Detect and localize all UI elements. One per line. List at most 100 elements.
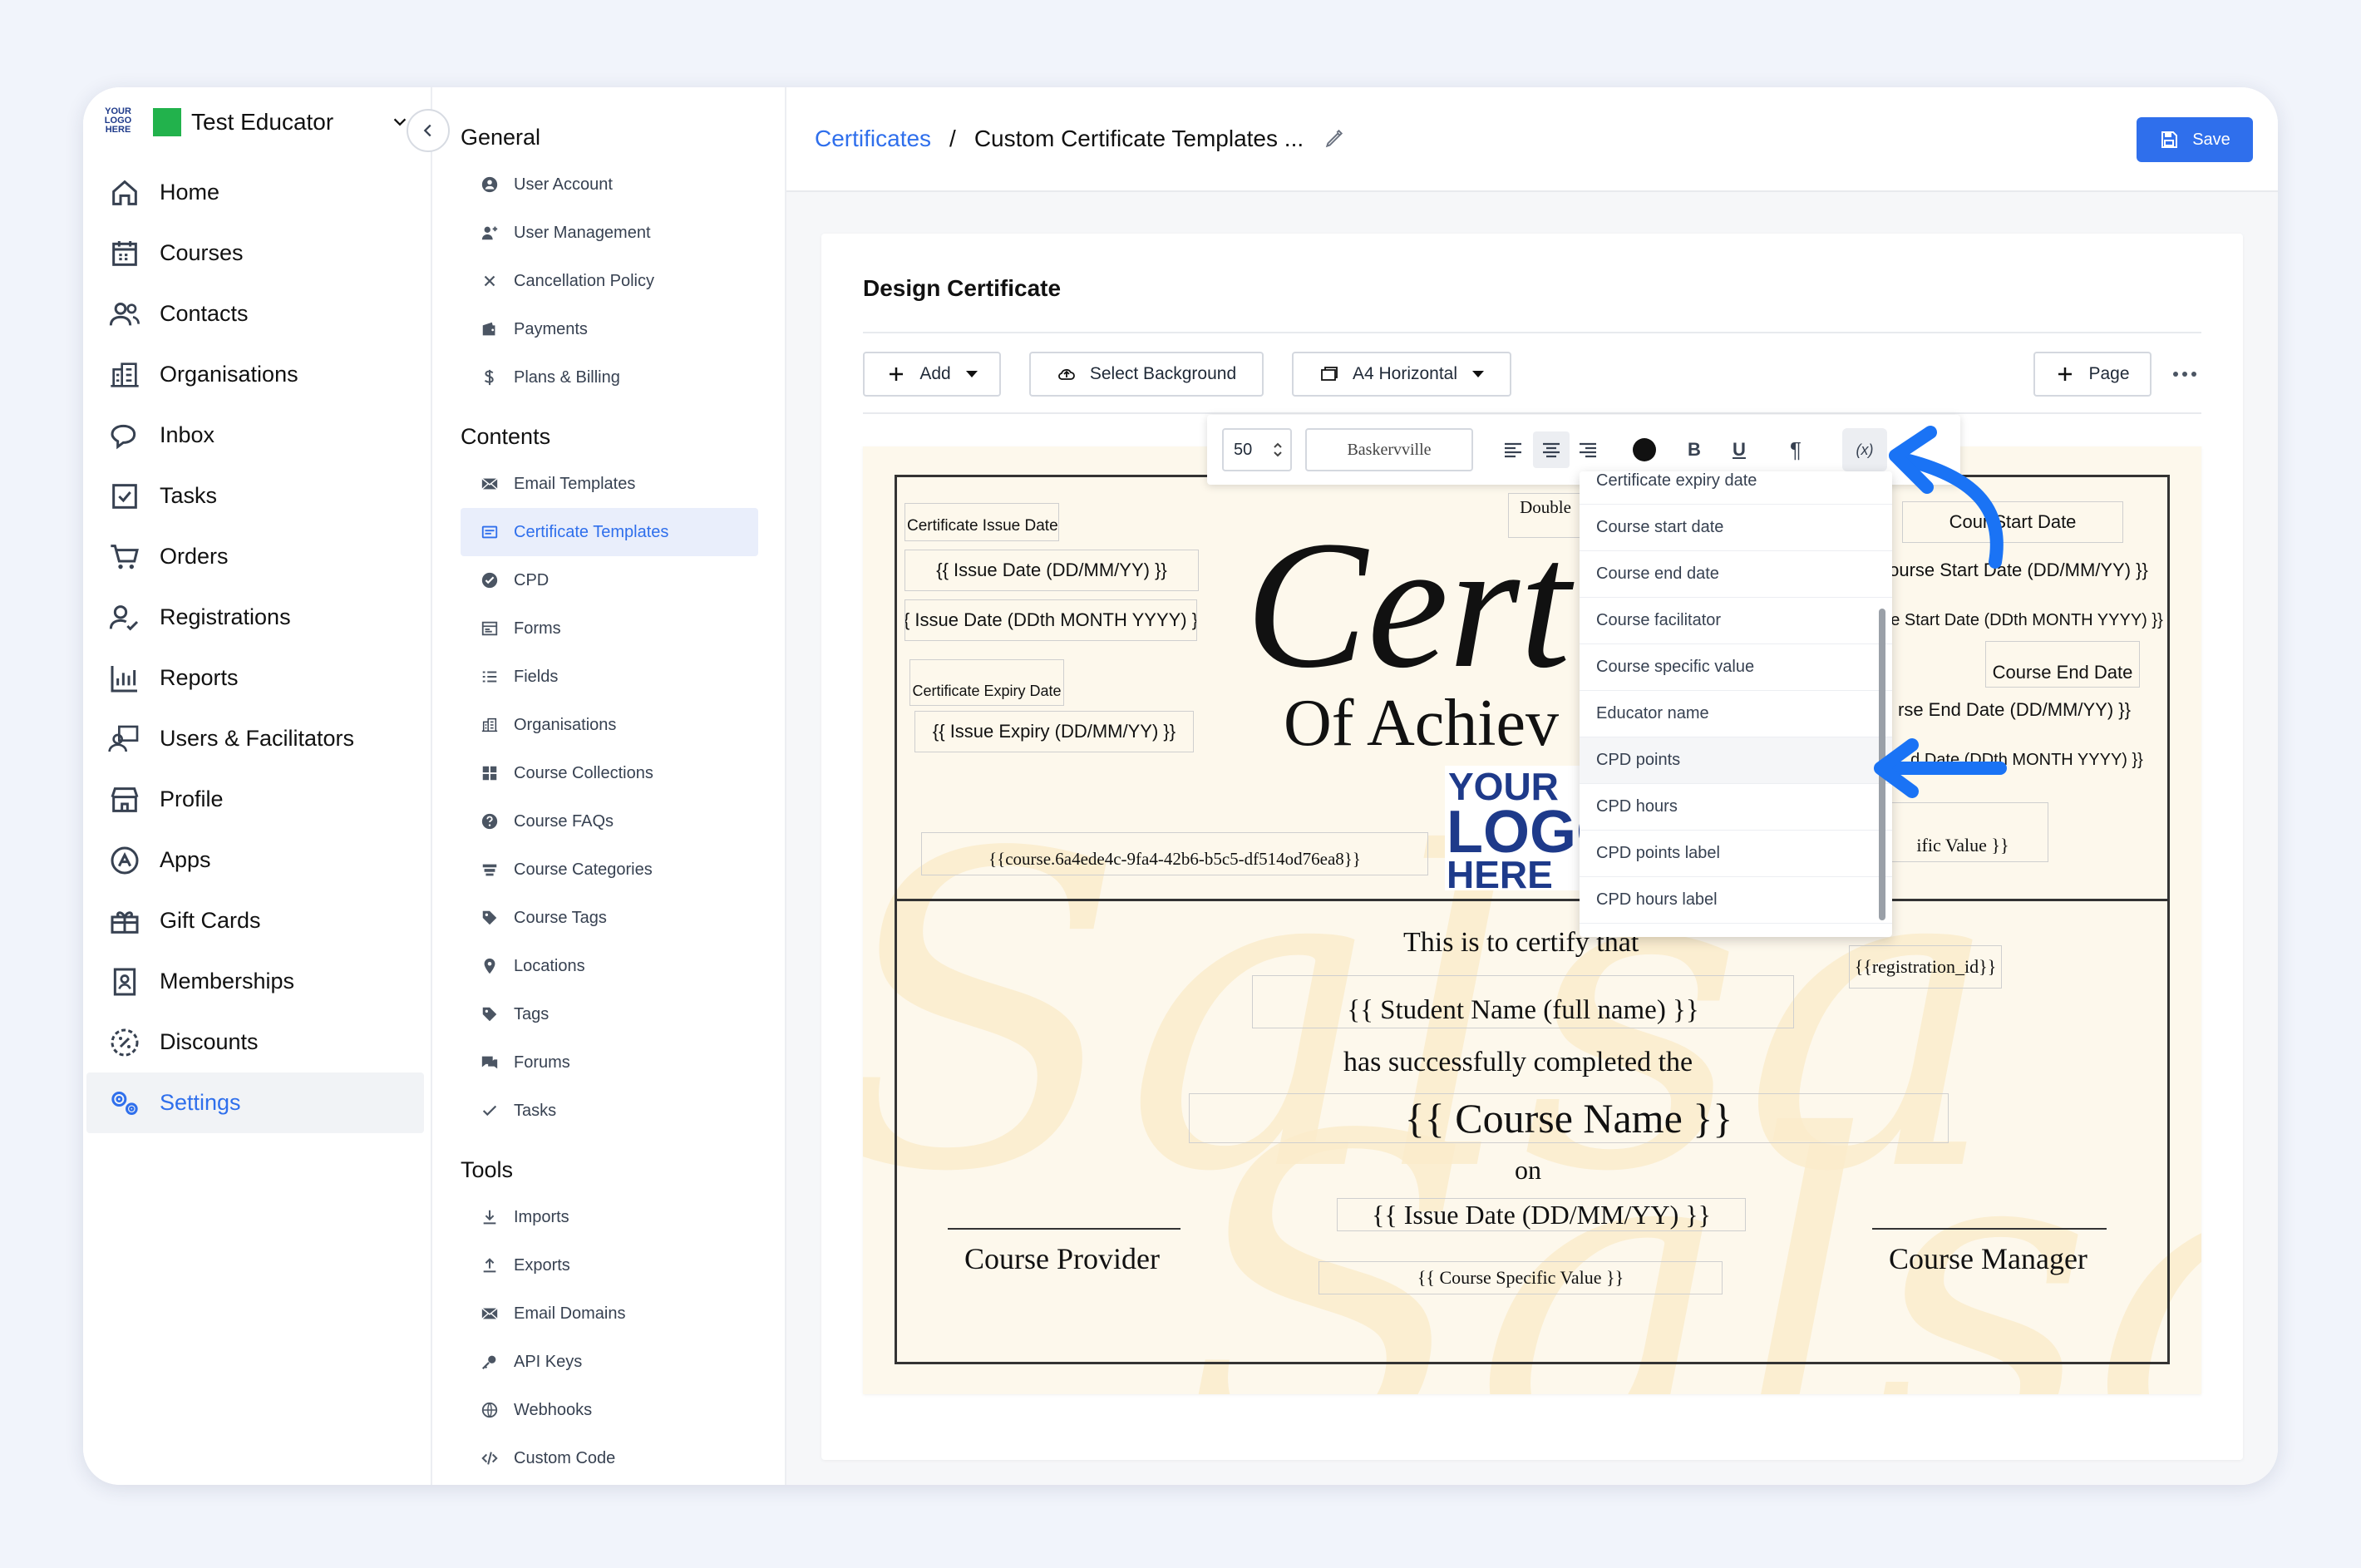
page-size-select[interactable]: A4 Horizontal (1292, 352, 1511, 397)
on-text[interactable]: on (1515, 1155, 1541, 1186)
course-manager-text[interactable]: Course Manager (1889, 1241, 2087, 1276)
variable-option[interactable]: CPD hours label (1580, 877, 1892, 924)
nav-item-orders[interactable]: Orders (86, 526, 424, 587)
variable-option[interactable]: Course specific value (1580, 644, 1892, 691)
nav-item-contacts[interactable]: Contacts (86, 284, 424, 344)
variable-option[interactable]: Course start date (1580, 505, 1892, 551)
text-box-issue-date-label[interactable]: Certificate Issue Date (904, 503, 1059, 541)
text-color-swatch[interactable] (1629, 435, 1659, 465)
settings-item-email-templates[interactable]: Email Templates (461, 460, 758, 508)
variable-option[interactable]: CPD hours (1580, 784, 1892, 831)
stepper-icon[interactable] (1272, 440, 1284, 460)
settings-item-forums[interactable]: Forums (461, 1038, 758, 1087)
nav-item-users-facilitators[interactable]: Users & Facilitators (86, 708, 424, 769)
text-box-issue-date-long[interactable]: {{ Issue Date (DDth MONTH YYYY) }} (904, 599, 1197, 641)
settings-item-certificate-templates[interactable]: Certificate Templates (461, 508, 758, 556)
certificate-canvas[interactable]: Salsa Salsa Certificate Issue Date {{ Is… (863, 446, 2201, 1394)
nav-item-courses[interactable]: Courses (86, 223, 424, 284)
variable-option[interactable]: CPD points label (1580, 831, 1892, 877)
settings-item-course-categories[interactable]: Course Categories (461, 846, 758, 894)
breadcrumb-certificates-link[interactable]: Certificates (815, 126, 931, 152)
nav-item-gift-cards[interactable]: Gift Cards (86, 890, 424, 951)
save-button[interactable]: Save (2137, 117, 2253, 162)
nav-item-apps[interactable]: Apps (86, 830, 424, 890)
nav-item-memberships[interactable]: Memberships (86, 951, 424, 1012)
settings-item-fields[interactable]: Fields (461, 653, 758, 701)
settings-item-user-management[interactable]: User Management (461, 209, 758, 257)
settings-item-course-collections[interactable]: Course Collections (461, 749, 758, 797)
facilitator-icon (108, 725, 139, 752)
text-box-issue-date-short[interactable]: {{ Issue Date (DD/MM/YY) }} (904, 550, 1199, 591)
settings-item-forms[interactable]: Forms (461, 604, 758, 653)
settings-item-user-account[interactable]: User Account (461, 160, 758, 209)
text-box-course-name[interactable]: {{ Course Name }} (1189, 1093, 1949, 1143)
workspace-switcher[interactable]: YOUR LOGO HERE Test Educator (100, 104, 409, 141)
font-size-input[interactable]: 50 (1222, 428, 1292, 471)
divider (863, 412, 2201, 414)
nav-item-reports[interactable]: Reports (86, 648, 424, 708)
settings-item-tasks[interactable]: Tasks (461, 1087, 758, 1135)
text-box-double[interactable]: Double (1508, 493, 1583, 538)
text-box-specific-value-right[interactable]: ific Value }} (1877, 802, 2048, 862)
text-box-end-label[interactable]: Course End Date (1985, 641, 2140, 688)
nav-item-organisations[interactable]: Organisations (86, 344, 424, 405)
more-options-icon[interactable] (2168, 360, 2201, 388)
pencil-icon[interactable] (1323, 128, 1345, 150)
settings-item-organisations[interactable]: Organisations (461, 701, 758, 749)
collapse-sidebar-button[interactable] (407, 109, 450, 152)
select-background-button[interactable]: Select Background (1029, 352, 1264, 397)
variable-option[interactable]: CPD points (1580, 737, 1892, 784)
settings-item-cpd[interactable]: CPD (461, 556, 758, 604)
bold-button[interactable]: B (1679, 435, 1709, 465)
settings-item-cancellation-policy[interactable]: Cancellation Policy (461, 257, 758, 305)
text-box-registration-id[interactable]: {{registration_id}} (1849, 945, 2002, 989)
settings-item-api-keys[interactable]: API Keys (461, 1338, 758, 1386)
settings-item-tags[interactable]: Tags (461, 990, 758, 1038)
nav-item-profile[interactable]: Profile (86, 769, 424, 830)
completed-text[interactable]: has successfully completed the (1343, 1047, 1693, 1078)
settings-item-exports[interactable]: Exports (461, 1241, 758, 1289)
font-family-select[interactable]: Baskervville (1305, 428, 1473, 471)
text-box-end-short[interactable]: rse End Date (DD/MM/YY) }} (1877, 689, 2152, 731)
settings-item-payments[interactable]: Payments (461, 305, 758, 353)
certificate-subheadline[interactable]: Of Achiev (1284, 688, 1559, 759)
settings-item-imports[interactable]: Imports (461, 1193, 758, 1241)
settings-item-email-domains[interactable]: Email Domains (461, 1289, 758, 1338)
x-icon (484, 275, 495, 287)
nav-item-settings[interactable]: Settings (86, 1072, 424, 1133)
logo-image[interactable]: YOUR LOGO HERE (1445, 766, 1595, 890)
settings-item-course-faqs[interactable]: Course FAQs (461, 797, 758, 846)
text-box-student-name[interactable]: {{ Student Name (full name) }} (1252, 975, 1794, 1028)
text-box-expiry-value[interactable]: {{ Issue Expiry (DD/MM/YY) }} (914, 711, 1194, 752)
tag-icon (482, 910, 497, 925)
variable-option[interactable]: Educator name (1580, 691, 1892, 737)
variable-option[interactable]: Course facilitator (1580, 598, 1892, 644)
text-box-course-id[interactable]: {{course.6a4ede4c-9fa4-42b6-b5c5-df514od… (921, 832, 1428, 875)
settings-item-locations[interactable]: Locations (461, 942, 758, 990)
settings-item-webhooks[interactable]: Webhooks (461, 1386, 758, 1434)
settings-item-custom-code[interactable]: Custom Code (461, 1434, 758, 1482)
nav-item-tasks[interactable]: Tasks (86, 466, 424, 526)
add-page-button[interactable]: Page (2033, 352, 2152, 397)
text-box-expiry-label[interactable]: Certificate Expiry Date (909, 659, 1064, 706)
settings-item-course-tags[interactable]: Course Tags (461, 894, 758, 942)
variable-option[interactable]: Certificate expiry date (1580, 471, 1892, 505)
nav-item-discounts[interactable]: Discounts (86, 1012, 424, 1072)
course-provider-text[interactable]: Course Provider (964, 1241, 1160, 1276)
add-element-button[interactable]: Add (863, 352, 1001, 397)
nav-item-registrations[interactable]: Registrations (86, 587, 424, 648)
nav-item-inbox[interactable]: Inbox (86, 405, 424, 466)
text-box-issue-date-bottom[interactable]: {{ Issue Date (DD/MM/YY) }} (1337, 1198, 1746, 1231)
settings-item-label: API Keys (514, 1352, 583, 1371)
paragraph-button[interactable]: ¶ (1781, 435, 1811, 465)
align-center-icon[interactable] (1533, 431, 1570, 468)
settings-item-plans-billing[interactable]: Plans & Billing (461, 353, 758, 402)
variable-option[interactable]: Course end date (1580, 551, 1892, 598)
underline-button[interactable]: U (1724, 435, 1754, 465)
nav-item-home[interactable]: Home (86, 162, 424, 223)
plus-icon (2058, 367, 2073, 381)
text-box-start-long[interactable]: e Start Date (DDth MONTH YYYY) }} (1877, 599, 2176, 641)
text-box-course-specific-value[interactable]: {{ Course Specific Value }} (1319, 1261, 1723, 1294)
align-right-icon[interactable] (1573, 435, 1603, 465)
align-left-icon[interactable] (1498, 435, 1528, 465)
